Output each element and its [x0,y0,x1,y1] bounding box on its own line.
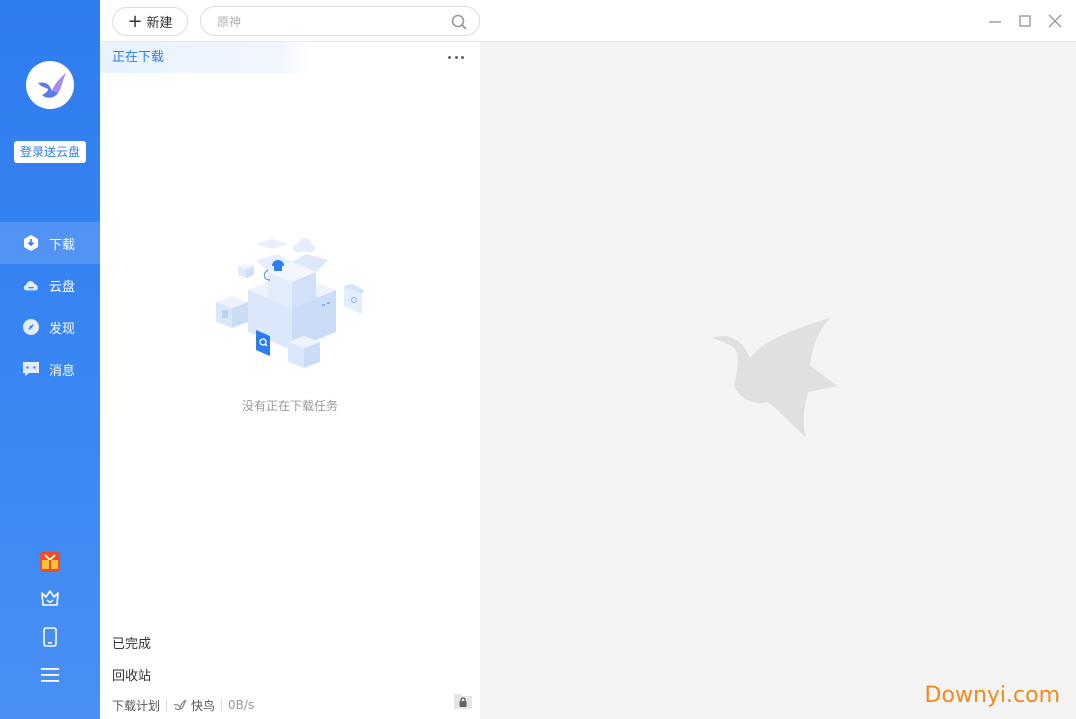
sidebar-item-label: 消息 [49,363,76,379]
search-icon[interactable] [451,14,467,34]
new-task-button[interactable]: + 新建 [112,7,188,36]
search-input[interactable] [217,13,437,31]
mobile-button[interactable] [0,627,100,647]
speed-mode-label: 快鸟 [191,698,216,713]
login-button[interactable]: 登录送云盘 [14,141,86,163]
vip-button[interactable] [0,589,100,607]
downyi-watermark: Downyi.com [924,683,1060,708]
download-speed: 0B/s [228,698,255,712]
top-toolbar: + 新建 [100,0,1076,42]
crown-icon [41,590,59,606]
compass-icon [22,318,40,336]
more-options-icon[interactable] [448,50,464,64]
main-menu-button[interactable] [0,667,100,683]
download-icon [22,234,40,252]
download-list-panel: 正在下载 没有正在下载任务 已完成 回收站 下载计划 快鸟 0B/s [100,42,480,719]
avatar[interactable] [26,61,74,109]
plus-icon: + [127,10,143,32]
sidebar-item-cloud[interactable]: 云盘 [0,264,100,306]
kuainiao-bird-icon [173,699,187,711]
private-space-button[interactable] [453,692,473,714]
maximize-icon [1019,15,1031,27]
sidebar: 登录送云盘 下载 云盘 发现 消息 [0,0,100,719]
divider [166,699,168,711]
search-box [200,6,480,36]
divider [221,699,223,711]
gift-icon [40,552,60,572]
completed-link[interactable]: 已完成 [112,633,151,652]
close-icon [1048,14,1062,28]
bird-watermark-icon [712,318,838,438]
sidebar-item-label: 云盘 [49,279,76,295]
sidebar-item-download[interactable]: 下载 [0,222,100,264]
sidebar-item-messages[interactable]: 消息 [0,348,100,390]
sidebar-nav: 下载 云盘 发现 消息 [0,222,100,390]
empty-box-illustration [216,238,364,368]
status-bar: 下载计划 快鸟 0B/s [112,697,254,713]
sidebar-item-label: 发现 [49,321,76,337]
sidebar-item-discover[interactable]: 发现 [0,306,100,348]
phone-icon [43,627,57,647]
bird-logo-icon [26,61,74,109]
gift-button[interactable] [0,551,100,573]
detail-panel: Downyi.com [480,42,1076,719]
empty-state-text: 没有正在下载任务 [241,399,338,413]
minimize-button[interactable] [986,12,1004,30]
minimize-icon [989,21,1001,23]
sidebar-item-label: 下载 [49,237,76,253]
tab-downloading[interactable]: 正在下载 [100,42,310,73]
recycle-bin-link[interactable]: 回收站 [112,665,151,684]
lock-folder-icon [454,694,472,709]
menu-icon [41,668,59,682]
speed-mode-button[interactable]: 快鸟 [173,697,215,714]
new-task-label: 新建 [146,16,173,31]
close-button[interactable] [1046,12,1064,30]
cloud-icon [22,276,40,294]
download-plan-link[interactable]: 下载计划 [112,697,160,714]
maximize-button[interactable] [1016,12,1034,30]
message-icon [22,360,40,378]
